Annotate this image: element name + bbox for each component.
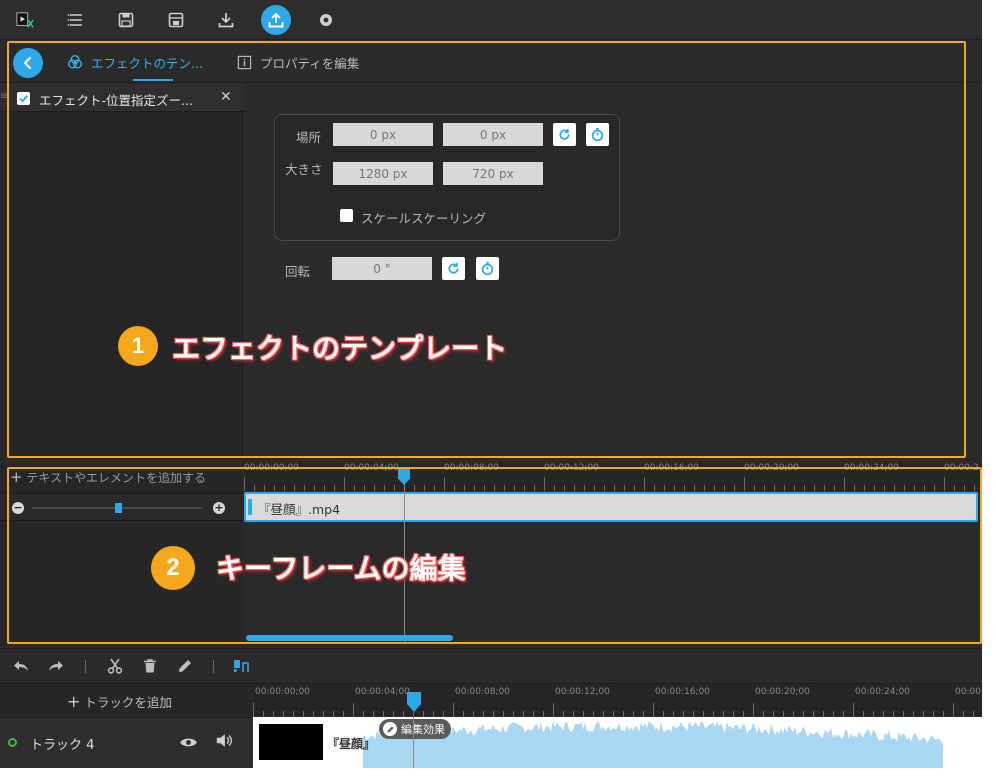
scissors-icon[interactable] xyxy=(106,657,124,675)
ruler-tick-label: 00:00:16;00 xyxy=(655,687,710,697)
track-header: トラック 4 xyxy=(0,717,253,768)
annotation-frame-1 xyxy=(7,41,966,458)
track-lane[interactable]: 『昼顔』 編集効果 xyxy=(253,717,982,768)
split-audio-icon[interactable] xyxy=(232,657,250,675)
add-track-label: トラックを追加 xyxy=(84,695,172,710)
toolbar-separator xyxy=(85,660,86,673)
volume-icon[interactable] xyxy=(215,733,233,752)
annotation-number-2: 2 xyxy=(151,546,195,590)
plus-icon: + xyxy=(67,692,81,711)
toolbar-separator xyxy=(213,660,214,673)
annotation-number-1: 1 xyxy=(118,326,158,366)
ruler-tick-label: 00:00:24;00 xyxy=(855,687,910,697)
track-name: トラック 4 xyxy=(30,738,95,753)
eye-icon[interactable] xyxy=(179,734,198,753)
edit-toolbar xyxy=(0,648,982,682)
trash-icon[interactable] xyxy=(141,657,159,675)
ruler-tick-label: 00:00:00;00 xyxy=(255,687,310,697)
track-status-icon[interactable] xyxy=(8,738,17,747)
settings-icon[interactable] xyxy=(311,5,341,35)
list-icon[interactable] xyxy=(61,5,91,35)
ruler-tick-label: 00:00:04;00 xyxy=(355,687,410,697)
edit-effects-badge[interactable]: 編集効果 xyxy=(379,719,451,739)
export-icon[interactable] xyxy=(261,5,291,35)
main-timeline-ruler[interactable]: 00:00:00;00 00:00:04;00 00:00:08;00 00:0… xyxy=(253,683,982,717)
ruler-tick-label: 00:00:20;00 xyxy=(755,687,810,697)
save-as-icon[interactable] xyxy=(161,5,191,35)
edit-badge-label: 編集効果 xyxy=(401,723,445,736)
app-logo-icon[interactable] xyxy=(10,5,40,35)
download-icon[interactable] xyxy=(211,5,241,35)
redo-icon[interactable] xyxy=(47,657,65,675)
add-track-button[interactable]: + トラックを追加 xyxy=(67,692,172,711)
undo-icon[interactable] xyxy=(12,657,30,675)
top-toolbar xyxy=(0,0,982,40)
pencil-icon[interactable] xyxy=(176,657,194,675)
lane-clip-name: 『昼顔』 xyxy=(327,737,376,751)
add-track-area: + トラックを追加 xyxy=(0,683,253,716)
clip-thumbnail xyxy=(259,724,323,760)
ruler-tick-label: 00:00 xyxy=(955,687,981,697)
ruler-tick-label: 00:00:08;00 xyxy=(455,687,510,697)
pencil-icon xyxy=(383,722,397,736)
ruler-tick-label: 00:00:12;00 xyxy=(555,687,610,697)
main-playhead-line xyxy=(413,717,414,768)
annotation-label-1: エフェクトのテンプレート xyxy=(172,332,508,365)
annotation-label-2: キーフレームの編集 xyxy=(216,552,466,585)
save-icon[interactable] xyxy=(111,5,141,35)
